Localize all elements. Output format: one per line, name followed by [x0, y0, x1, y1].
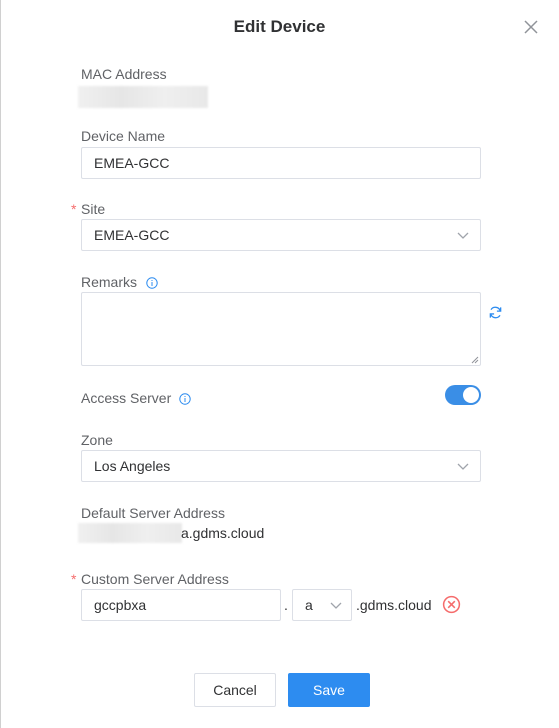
device-name-input[interactable]: EMEA-GCC: [81, 147, 481, 179]
device-name-label: Device Name: [81, 128, 166, 144]
access-server-label: Access Server: [81, 390, 172, 406]
custom-server-suffix: .gdms.cloud: [356, 597, 432, 613]
default-server-suffix: a.gdms.cloud: [181, 525, 265, 541]
chevron-down-icon: [330, 602, 342, 609]
custom-server-prefix-value: gccpbxa: [94, 597, 147, 613]
dialog-title: Edit Device: [233, 17, 326, 36]
custom-server-subdomain-value: a: [305, 597, 313, 613]
access-server-toggle[interactable]: [445, 385, 481, 405]
required-mark: *: [71, 201, 77, 217]
close-icon[interactable]: [522, 18, 540, 36]
chevron-down-icon: [457, 232, 469, 239]
remarks-label-text: Remarks: [81, 274, 138, 290]
custom-server-subdomain-select[interactable]: a: [292, 589, 352, 621]
refresh-icon[interactable]: [488, 305, 503, 320]
zone-label: Zone: [81, 432, 113, 448]
remarks-label: Remarks: [81, 274, 137, 290]
dialog-left-border: [0, 0, 1, 728]
mac-address-label: MAC Address: [81, 66, 167, 82]
clear-circle-icon[interactable]: [442, 595, 461, 614]
cancel-button[interactable]: Cancel: [194, 673, 276, 707]
custom-server-prefix-input[interactable]: gccpbxa: [81, 589, 281, 621]
toggle-knob: [463, 387, 479, 403]
info-icon[interactable]: [146, 277, 158, 289]
remarks-textarea[interactable]: [81, 292, 481, 366]
zone-select[interactable]: Los Angeles: [81, 450, 481, 482]
site-select[interactable]: EMEA-GCC: [81, 219, 481, 251]
zone-value: Los Angeles: [94, 458, 171, 474]
save-button[interactable]: Save: [288, 673, 370, 707]
site-label: * Site: [71, 201, 106, 217]
resize-handle-icon[interactable]: [471, 356, 479, 364]
mac-address-value-redacted: [78, 86, 208, 108]
info-icon[interactable]: [179, 393, 191, 405]
custom-server-label: * Custom Server Address: [71, 571, 229, 587]
site-label-text: Site: [81, 201, 106, 217]
default-server-label: Default Server Address: [81, 505, 225, 521]
required-mark: *: [71, 571, 77, 587]
custom-server-label-text: Custom Server Address: [81, 571, 229, 587]
site-value: EMEA-GCC: [94, 227, 170, 243]
dot-separator: .: [284, 597, 288, 613]
chevron-down-icon: [457, 463, 469, 470]
device-name-value: EMEA-GCC: [94, 155, 170, 171]
default-server-redacted: [78, 523, 182, 543]
